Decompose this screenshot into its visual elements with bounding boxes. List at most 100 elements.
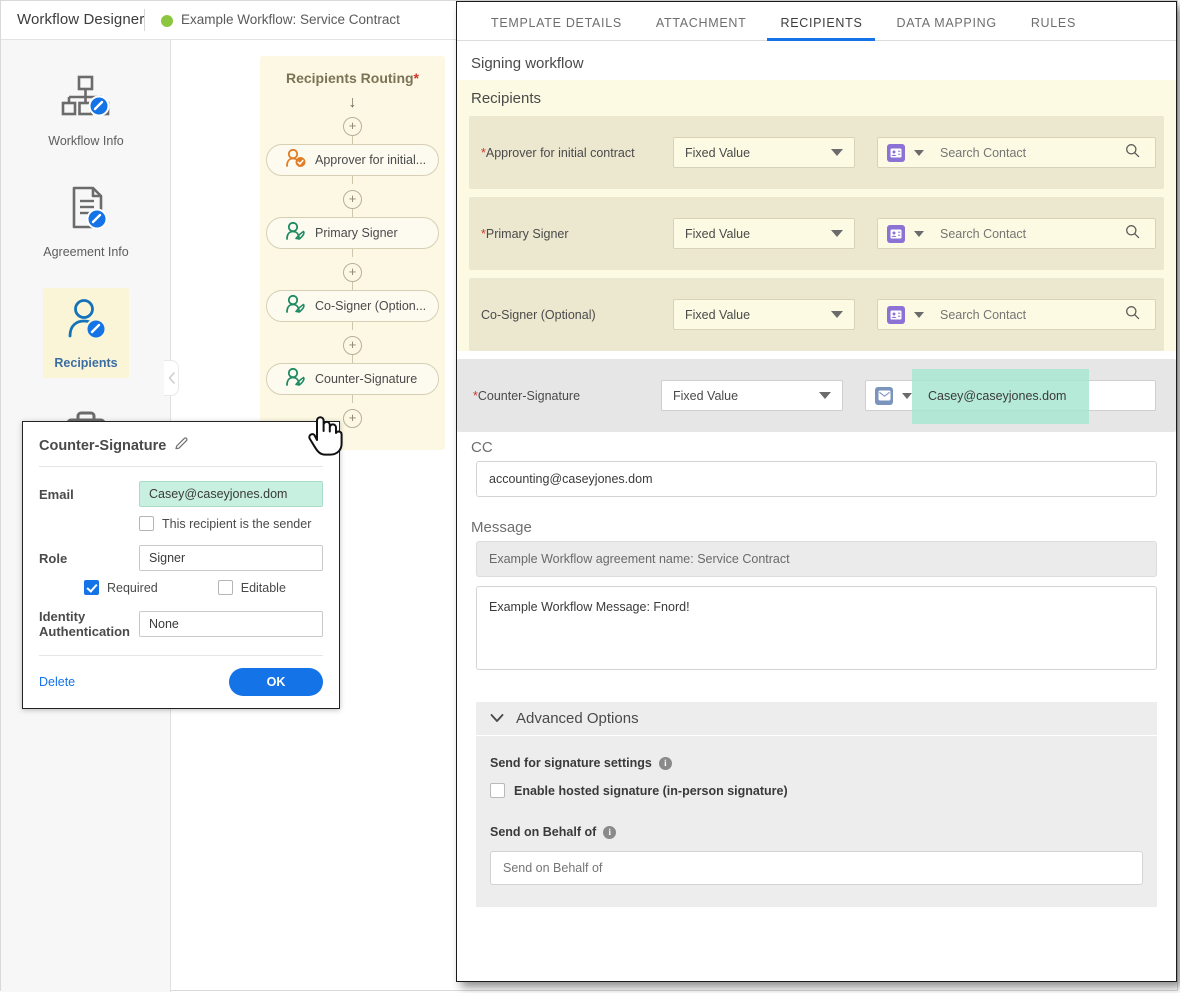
tab-data-mapping[interactable]: DATA MAPPING xyxy=(879,16,1013,40)
contact-card-icon[interactable] xyxy=(887,305,905,324)
editable-checkbox[interactable] xyxy=(217,580,233,595)
value-type-select[interactable]: Fixed Value xyxy=(661,380,843,411)
identity-authentication-label: Identity Authentication xyxy=(39,609,130,639)
recipients-icon xyxy=(61,296,111,349)
search-contact-input[interactable] xyxy=(938,299,1119,330)
flow-node-co-signer[interactable]: Co-Signer (Option... xyxy=(266,290,439,322)
info-icon[interactable]: i xyxy=(658,756,672,770)
flow-node-approver[interactable]: Approver for initial... xyxy=(266,144,439,176)
flow-node-counter-signature[interactable]: Counter-Signature xyxy=(266,363,439,395)
role-label: Role xyxy=(39,550,68,566)
panel-body: Signing workflow Recipients *Approver fo… xyxy=(457,41,1176,981)
ok-button[interactable]: OK xyxy=(229,668,323,696)
value-type-selected: Fixed Value xyxy=(685,226,751,241)
chevron-down-icon xyxy=(831,311,843,318)
value-type-selected: Fixed Value xyxy=(673,388,739,403)
tab-bar: TEMPLATE DETAILS ATTACHMENT RECIPIENTS D… xyxy=(457,2,1176,41)
add-step-button[interactable]: + xyxy=(343,117,362,136)
recipient-label-text: Approver for initial contract xyxy=(485,145,635,160)
send-on-behalf-input[interactable] xyxy=(490,851,1143,885)
recipient-email-input[interactable] xyxy=(926,380,1146,411)
recipient-edit-popover: Counter-Signature Email This recipient i… xyxy=(22,421,340,709)
recipients-detail-panel: TEMPLATE DETAILS ATTACHMENT RECIPIENTS D… xyxy=(456,1,1177,982)
pencil-icon[interactable] xyxy=(174,436,189,456)
add-step-button[interactable]: + xyxy=(343,190,362,209)
add-step-button[interactable]: + xyxy=(343,263,362,282)
send-on-behalf-label: Send on Behalf of i xyxy=(490,825,1143,839)
value-type-selected: Fixed Value xyxy=(685,307,751,322)
sidebar-item-recipients[interactable]: Recipients xyxy=(43,288,129,378)
contact-type-chevron-down-icon[interactable] xyxy=(914,230,924,237)
status-badge xyxy=(161,15,173,27)
agreement-name-field[interactable] xyxy=(476,541,1157,577)
chevron-down-icon xyxy=(831,230,843,237)
sender-checkbox[interactable] xyxy=(139,516,154,531)
advanced-options-toggle[interactable]: Advanced Options xyxy=(476,702,1157,735)
workflow-name-label: Example Workflow: Service Contract xyxy=(181,12,400,27)
contact-type-chevron-down-icon[interactable] xyxy=(914,149,924,156)
hosted-signature-row: Enable hosted signature (in-person signa… xyxy=(490,783,1143,798)
signer-icon xyxy=(285,294,307,319)
table-row: *Primary Signer Fixed Value xyxy=(469,197,1164,270)
message-textarea[interactable]: Example Workflow Message: Fnord! xyxy=(476,586,1157,670)
title-divider xyxy=(144,9,145,31)
tab-rules[interactable]: RULES xyxy=(1014,16,1093,40)
sender-checkbox-row: This recipient is the sender xyxy=(39,516,323,531)
signer-icon xyxy=(285,367,307,392)
routing-title-text: Recipients Routing xyxy=(285,70,414,86)
contact-type-chevron-down-icon[interactable] xyxy=(914,311,924,318)
sidebar-item-agreement-info[interactable]: Agreement Info xyxy=(43,177,129,267)
sidebar-collapse-handle[interactable] xyxy=(164,360,179,396)
recipients-routing-column: Recipients Routing* ↓ + Approver for ini… xyxy=(260,56,445,450)
search-contact-input[interactable] xyxy=(938,137,1119,168)
contact-card-icon[interactable] xyxy=(887,143,905,162)
contact-card-icon[interactable] xyxy=(887,224,905,243)
value-type-select[interactable]: Fixed Value xyxy=(673,299,855,330)
tab-recipients[interactable]: RECIPIENTS xyxy=(763,16,879,41)
flow-node-label: Counter-Signature xyxy=(315,372,418,386)
flow-connector xyxy=(352,249,353,257)
recipient-label-text: Co-Signer (Optional) xyxy=(481,307,596,322)
recipients-section: Recipients *Approver for initial contrac… xyxy=(457,80,1176,351)
app-window: Workflow Designer Example Workflow: Serv… xyxy=(0,0,1178,992)
flow-node-primary-signer[interactable]: Primary Signer xyxy=(266,217,439,249)
role-flags-row: Required Editable xyxy=(39,580,323,595)
hosted-signature-checkbox[interactable] xyxy=(490,783,505,798)
flow-connector xyxy=(352,355,353,363)
flow-node-label: Co-Signer (Option... xyxy=(315,299,427,313)
search-contact-input[interactable] xyxy=(938,218,1119,249)
advanced-options-body: Send for signature settings i Enable hos… xyxy=(476,736,1157,907)
email-icon[interactable] xyxy=(875,386,893,405)
sidebar-item-workflow-info[interactable]: Workflow Info xyxy=(43,66,129,156)
search-icon[interactable] xyxy=(1125,143,1140,163)
tab-attachment[interactable]: ATTACHMENT xyxy=(639,16,764,40)
required-checkbox[interactable] xyxy=(84,580,99,595)
delete-link[interactable]: Delete xyxy=(39,675,75,689)
contact-type-chevron-down-icon[interactable] xyxy=(902,392,912,399)
cc-input[interactable] xyxy=(476,461,1157,497)
add-step-button[interactable]: + xyxy=(343,409,362,428)
popover-header: Counter-Signature xyxy=(39,436,323,467)
send-on-behalf-text: Send on Behalf of xyxy=(490,825,597,839)
search-icon[interactable] xyxy=(1125,224,1140,244)
recipient-label: *Primary Signer xyxy=(473,227,673,241)
popover-email-row: Email xyxy=(39,481,323,507)
signature-settings-label: Send for signature settings i xyxy=(490,756,1143,770)
role-field[interactable] xyxy=(139,545,323,571)
email-field[interactable] xyxy=(139,481,323,507)
chevron-left-icon xyxy=(168,372,175,384)
chevron-down-icon xyxy=(490,710,504,728)
info-icon[interactable]: i xyxy=(603,825,617,839)
recipient-label: *Approver for initial contract xyxy=(473,146,673,160)
email-label: Email xyxy=(39,486,74,502)
identity-authentication-field[interactable] xyxy=(139,611,323,637)
add-step-button[interactable]: + xyxy=(343,336,362,355)
sidebar-item-label: Workflow Info xyxy=(48,134,124,148)
popover-footer: Delete OK xyxy=(39,655,323,696)
recipient-label: *Counter-Signature xyxy=(461,389,661,403)
search-icon[interactable] xyxy=(1125,305,1140,325)
value-type-select[interactable]: Fixed Value xyxy=(673,137,855,168)
value-type-select[interactable]: Fixed Value xyxy=(673,218,855,249)
recipient-label-text: Counter-Signature xyxy=(477,388,581,403)
tab-template-details[interactable]: TEMPLATE DETAILS xyxy=(474,16,639,40)
